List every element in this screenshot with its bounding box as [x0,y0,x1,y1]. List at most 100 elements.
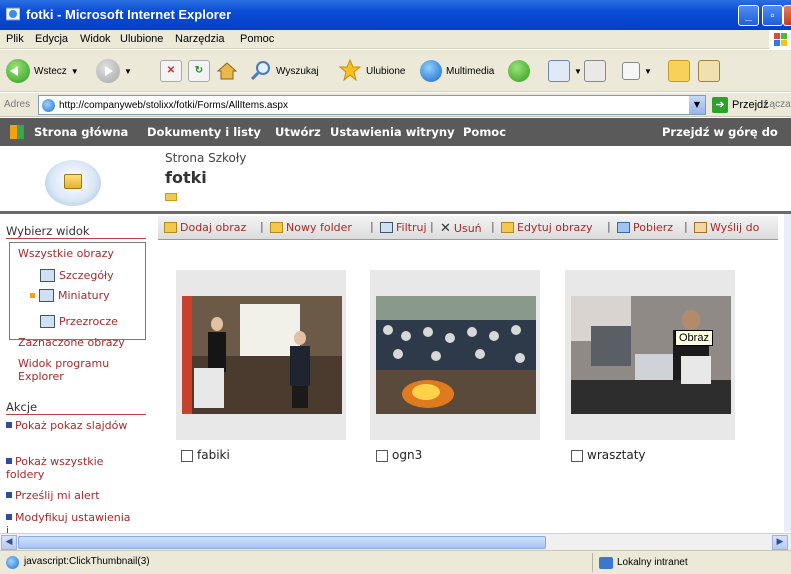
stop-icon: ✕ [160,60,182,82]
scroll-thumb[interactable] [18,536,546,549]
view-thumbnails[interactable]: Miniatury [30,289,110,302]
back-button[interactable]: Wstecz ▼ [6,56,79,86]
nav-home[interactable]: Strona główna [34,125,128,139]
bullet-icon [6,514,12,520]
download-icon [617,222,630,233]
separator: | [607,220,611,233]
edit-images-button[interactable]: Edytuj obrazy [501,221,593,234]
page-title: fotki [165,168,207,187]
page-icon [42,99,55,112]
menu-pomoc[interactable]: Pomoc [240,33,274,45]
mail-button[interactable]: ▼ [548,56,582,86]
window-title: fotki - Microsoft Internet Explorer [26,7,232,22]
thumbnail-card[interactable] [565,270,735,440]
action-alert-me[interactable]: Prześlij mi alert [6,489,136,502]
refresh-icon: ↻ [188,60,210,82]
media-button[interactable]: Multimedia [420,56,494,86]
scroll-left-icon[interactable]: ◀ [1,535,17,550]
filter-button[interactable]: Filtruj [380,221,427,234]
thumbnail-image[interactable] [376,296,536,414]
home-button[interactable] [216,56,238,86]
bullet-icon [6,458,12,464]
selected-images-link[interactable]: Zaznaczone obrazy [18,336,143,349]
maximize-button[interactable]: ▫ [762,5,783,26]
add-image-button[interactable]: Dodaj obraz [164,221,246,234]
links-button[interactable]: Łącza [764,99,791,110]
refresh-button[interactable]: ↻ [188,56,210,86]
thumbnail-name[interactable]: fabiki [197,448,230,462]
thumbnail-checkbox[interactable] [181,450,193,462]
vertical-scrollbar[interactable] [784,214,791,532]
edit-button[interactable]: ▼ [622,56,652,86]
forward-button[interactable]: ▼ [96,56,132,86]
star-icon [338,58,362,85]
site-logo [45,160,101,206]
search-icon [250,59,272,84]
close-button[interactable] [783,5,791,26]
nav-documents-lists[interactable]: Dokumenty i listy [147,125,261,139]
search-button[interactable]: Wyszukaj [250,56,319,86]
view-details[interactable]: Szczegóły [40,269,114,282]
media-icon [420,60,442,82]
title-bar: fotki - Microsoft Internet Explorer _ ▫ [0,0,791,30]
views-header: Wybierz widok [6,224,90,238]
send-to-button[interactable]: Wyślij do [694,221,759,234]
stop-button[interactable]: ✕ [160,56,182,86]
page-icon [6,556,19,569]
site-name[interactable]: Strona Szkoły [165,151,246,165]
edit-icon [622,62,640,80]
history-button[interactable] [508,56,530,86]
folder-button[interactable] [668,56,690,86]
thumbnail-card[interactable] [176,270,346,440]
library-toolbar: Dodaj obraz | Nowy folder | Filtruj | ✕ U… [158,216,778,240]
address-label: Adres [4,99,31,110]
thumbnail-image[interactable] [571,296,731,414]
chevron-down-icon: ▼ [124,66,132,76]
minimize-button[interactable]: _ [738,5,759,26]
go-button[interactable]: ➔ Przejdź [712,97,769,113]
nav-site-settings[interactable]: Ustawienia witryny [330,125,455,139]
view-filmstrip[interactable]: Przezrocze [40,315,118,328]
chevron-down-icon: ▼ [574,66,582,76]
folder-icon[interactable] [165,193,177,201]
menu-bar: Plik Edycja Widok Ulubione Narzędzia Pom… [0,30,791,49]
go-arrow-icon: ➔ [712,97,728,113]
nav-create[interactable]: Utwórz [275,125,321,139]
actions-header: Akcje [6,400,38,414]
selected-bullet-icon [30,293,35,298]
menu-narzedzia[interactable]: Narzędzia [175,33,225,45]
download-button[interactable]: Pobierz [617,221,673,234]
nav-up-link[interactable]: Przejdź w górę do [662,125,778,139]
ie-app-icon [5,7,21,21]
new-folder-button[interactable]: Nowy folder [270,221,352,234]
menu-ulubione[interactable]: Ulubione [120,33,163,45]
windows-logo-icon [769,30,791,49]
thumbnail-checkbox[interactable] [571,450,583,462]
research-button[interactable] [698,56,720,86]
nav-help[interactable]: Pomoc [463,125,506,139]
thumbnail-card[interactable] [370,270,540,440]
address-input[interactable]: http://companyweb/stolixx/fotki/Forms/Al… [38,95,706,115]
mail-icon [548,60,570,82]
action-slideshow[interactable]: Pokaż pokaz slajdów [6,419,136,432]
menu-plik[interactable]: Plik [6,33,24,45]
scroll-right-icon[interactable]: ▶ [772,535,788,550]
thumbnail-image[interactable] [182,296,342,414]
explorer-view-link[interactable]: Widok programu Explorer [18,357,143,383]
action-show-folders[interactable]: Pokaż wszystkie foldery [6,455,136,481]
view-all-images[interactable]: Wszystkie obrazy [18,247,114,260]
menu-edycja[interactable]: Edycja [35,33,68,45]
print-button[interactable] [584,56,606,86]
menu-widok[interactable]: Widok [80,33,111,45]
forward-arrow-icon [96,59,120,83]
delete-button[interactable]: ✕ Usuń [440,221,482,236]
horizontal-scrollbar[interactable]: ◀ ▶ [0,533,791,550]
chevron-down-icon[interactable]: ▼ [689,96,705,114]
thumbnail-name[interactable]: wrasztaty [587,448,646,462]
thumbnail-checkbox[interactable] [376,450,388,462]
thumbnail-name[interactable]: ogn3 [392,448,422,462]
favorites-button[interactable]: Ulubione [338,56,405,86]
delete-icon: ✕ [440,221,451,236]
thumbnails-view-icon [39,289,54,302]
history-icon [508,60,530,82]
